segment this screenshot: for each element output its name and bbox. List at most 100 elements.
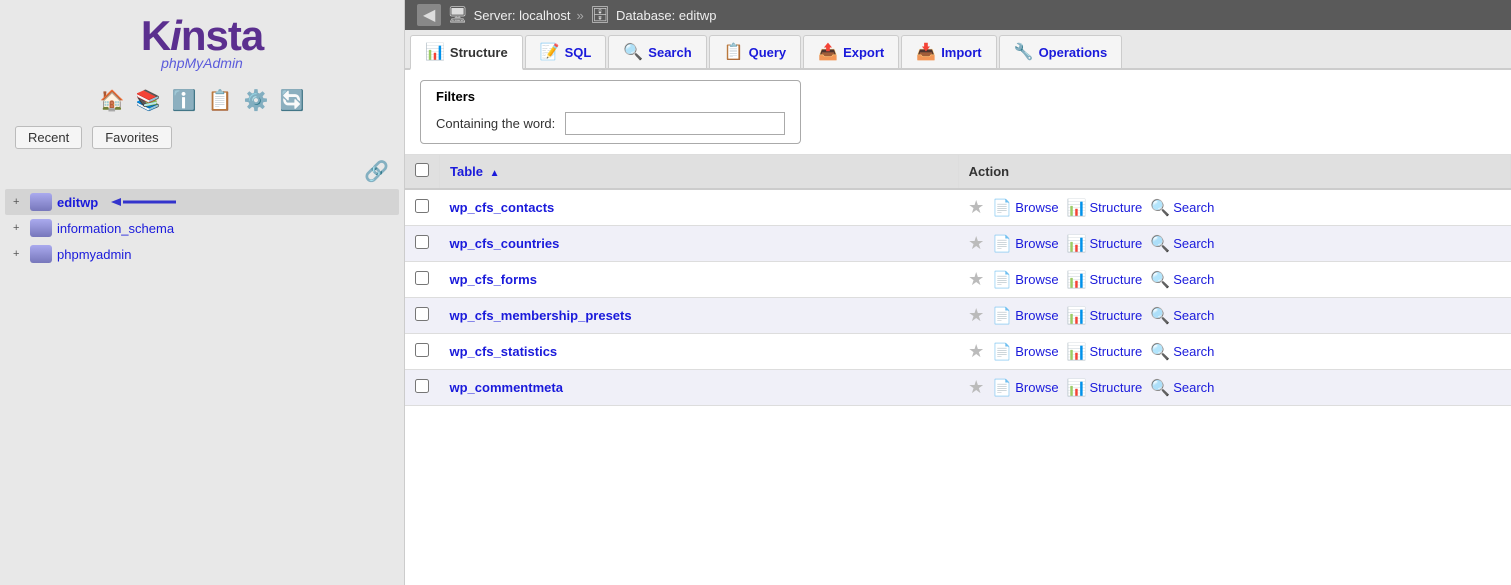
search-btn-wp_cfs_contacts[interactable]: 🔍 Search — [1150, 198, 1214, 218]
star-icon-wp_cfs_membership_presets[interactable]: ★ — [968, 305, 984, 326]
breadcrumb-bar: ◀ 🖥 Server: localhost » 🗄 Database: edit… — [405, 0, 1511, 30]
info-icon[interactable]: ℹ️ — [170, 86, 198, 114]
structure-btn-wp_cfs_statistics[interactable]: 📊 Structure — [1067, 342, 1143, 362]
search-btn-wp_cfs_countries[interactable]: 🔍 Search — [1150, 234, 1214, 254]
search-icon: 🔍 — [1150, 342, 1170, 362]
browse-btn-wp_cfs_contacts[interactable]: 📄 Browse — [992, 198, 1058, 218]
table-link-wp_cfs_contacts[interactable]: wp_cfs_contacts — [450, 200, 555, 215]
search-btn-wp_cfs_membership_presets[interactable]: 🔍 Search — [1150, 306, 1214, 326]
tree-item-information-schema[interactable]: + information_schema — [5, 215, 399, 241]
book-icon[interactable]: 📚 — [134, 86, 162, 114]
browse-btn-wp_cfs_countries[interactable]: 📄 Browse — [992, 234, 1058, 254]
row-checkbox-cell — [405, 189, 440, 226]
table-row: wp_cfs_membership_presets ★ 📄 Browse 📊 Stru… — [405, 298, 1511, 334]
structure-btn-wp_cfs_forms[interactable]: 📊 Structure — [1067, 270, 1143, 290]
sidebar: Kinsta phpMyAdmin 🏠 📚 ℹ️ 📋 ⚙️ 🔄 Recent F… — [0, 0, 405, 585]
tab-query[interactable]: 📋 Query — [709, 35, 802, 68]
browse-btn-wp_cfs_statistics[interactable]: 📄 Browse — [992, 342, 1058, 362]
export-tab-icon: 📤 — [818, 42, 838, 62]
row-checkbox-4[interactable] — [415, 343, 429, 357]
back-button[interactable]: ◀ — [417, 4, 441, 26]
structure-btn-wp_cfs_countries[interactable]: 📊 Structure — [1067, 234, 1143, 254]
breadcrumb-database: Database: editwp — [616, 8, 716, 23]
db-label-editwp[interactable]: editwp — [57, 195, 98, 210]
structure-btn-wp_cfs_membership_presets[interactable]: 📊 Structure — [1067, 306, 1143, 326]
structure-btn-wp_commentmeta[interactable]: 📊 Structure — [1067, 378, 1143, 398]
actions-container: ★ 📄 Browse 📊 Structure 🔍 Search — [968, 197, 1500, 218]
tab-sql[interactable]: 📝 SQL — [525, 35, 607, 68]
row-checkbox-1[interactable] — [415, 235, 429, 249]
row-checkbox-5[interactable] — [415, 379, 429, 393]
tab-operations[interactable]: 🔧 Operations — [999, 35, 1123, 68]
arrow-svg — [111, 195, 181, 209]
recent-button[interactable]: Recent — [15, 126, 82, 149]
tree-item-phpmyadmin[interactable]: + phpmyadmin — [5, 241, 399, 267]
db-icon-editwp — [30, 193, 52, 211]
db-label-phpmyadmin[interactable]: phpmyadmin — [57, 247, 131, 262]
filter-input[interactable] — [565, 112, 785, 135]
clipboard-icon[interactable]: 📋 — [206, 86, 234, 114]
row-tablename-cell: wp_cfs_forms — [440, 262, 959, 298]
db-icon-phpmyadmin — [30, 245, 52, 263]
filter-row: Containing the word: — [436, 112, 785, 135]
table-link-wp_commentmeta[interactable]: wp_commentmeta — [450, 380, 563, 395]
star-icon-wp_cfs_forms[interactable]: ★ — [968, 269, 984, 290]
table-link-wp_cfs_countries[interactable]: wp_cfs_countries — [450, 236, 560, 251]
table-row: wp_cfs_forms ★ 📄 Browse 📊 Structure 🔍 Search — [405, 262, 1511, 298]
tab-export-label: Export — [843, 45, 884, 60]
row-checkbox-2[interactable] — [415, 271, 429, 285]
breadcrumb-server: Server: localhost — [474, 8, 571, 23]
col-select — [405, 155, 440, 189]
db-icon-information-schema — [30, 219, 52, 237]
link-icon[interactable]: 🔗 — [364, 159, 389, 184]
refresh-icon[interactable]: 🔄 — [278, 86, 306, 114]
expand-editwp[interactable]: + — [13, 196, 25, 208]
tab-structure[interactable]: 📊 Structure — [410, 35, 523, 70]
tree-item-editwp[interactable]: + editwp — [5, 189, 399, 215]
star-icon-wp_commentmeta[interactable]: ★ — [968, 377, 984, 398]
row-tablename-cell: wp_cfs_statistics — [440, 334, 959, 370]
expand-information-schema[interactable]: + — [13, 222, 25, 234]
search-btn-wp_commentmeta[interactable]: 🔍 Search — [1150, 378, 1214, 398]
browse-btn-wp_cfs_membership_presets[interactable]: 📄 Browse — [992, 306, 1058, 326]
search-btn-wp_cfs_forms[interactable]: 🔍 Search — [1150, 270, 1214, 290]
row-actions-cell: ★ 📄 Browse 📊 Structure 🔍 Search — [958, 189, 1510, 226]
table-link-wp_cfs_membership_presets[interactable]: wp_cfs_membership_presets — [450, 308, 632, 323]
browse-icon: 📄 — [992, 378, 1012, 398]
star-icon-wp_cfs_statistics[interactable]: ★ — [968, 341, 984, 362]
row-actions-cell: ★ 📄 Browse 📊 Structure 🔍 Search — [958, 298, 1510, 334]
table-row: wp_cfs_countries ★ 📄 Browse 📊 Structure 🔍 Se… — [405, 226, 1511, 262]
favorites-button[interactable]: Favorites — [92, 126, 171, 149]
select-all-checkbox[interactable] — [415, 163, 429, 177]
home-icon[interactable]: 🏠 — [98, 86, 126, 114]
col-table[interactable]: Table ▲ — [440, 155, 959, 189]
row-checkbox-0[interactable] — [415, 199, 429, 213]
browse-btn-wp_cfs_forms[interactable]: 📄 Browse — [992, 270, 1058, 290]
actions-container: ★ 📄 Browse 📊 Structure 🔍 Search — [968, 233, 1500, 254]
row-checkbox-3[interactable] — [415, 307, 429, 321]
row-actions-cell: ★ 📄 Browse 📊 Structure 🔍 Search — [958, 262, 1510, 298]
tab-structure-label: Structure — [450, 45, 508, 60]
search-btn-wp_cfs_statistics[interactable]: 🔍 Search — [1150, 342, 1214, 362]
tab-import[interactable]: 📥 Import — [901, 35, 996, 68]
sidebar-nav: Recent Favorites — [0, 126, 404, 149]
expand-phpmyadmin[interactable]: + — [13, 248, 25, 260]
server-icon: 🖥 — [447, 5, 467, 25]
structure-icon: 📊 — [1067, 378, 1087, 398]
db-label-information-schema[interactable]: information_schema — [57, 221, 174, 236]
star-icon-wp_cfs_countries[interactable]: ★ — [968, 233, 984, 254]
row-checkbox-cell — [405, 334, 440, 370]
browse-btn-wp_commentmeta[interactable]: 📄 Browse — [992, 378, 1058, 398]
arrow-indicator — [111, 195, 181, 209]
table-link-wp_cfs_forms[interactable]: wp_cfs_forms — [450, 272, 537, 287]
import-tab-icon: 📥 — [916, 42, 936, 62]
star-icon-wp_cfs_contacts[interactable]: ★ — [968, 197, 984, 218]
tab-search[interactable]: 🔍 Search — [608, 35, 706, 68]
row-checkbox-cell — [405, 262, 440, 298]
table-link-wp_cfs_statistics[interactable]: wp_cfs_statistics — [450, 344, 558, 359]
structure-btn-wp_cfs_contacts[interactable]: 📊 Structure — [1067, 198, 1143, 218]
settings-icon[interactable]: ⚙️ — [242, 86, 270, 114]
table-row: wp_commentmeta ★ 📄 Browse 📊 Structure 🔍 Sear… — [405, 370, 1511, 406]
tab-export[interactable]: 📤 Export — [803, 35, 899, 68]
tab-query-label: Query — [749, 45, 787, 60]
